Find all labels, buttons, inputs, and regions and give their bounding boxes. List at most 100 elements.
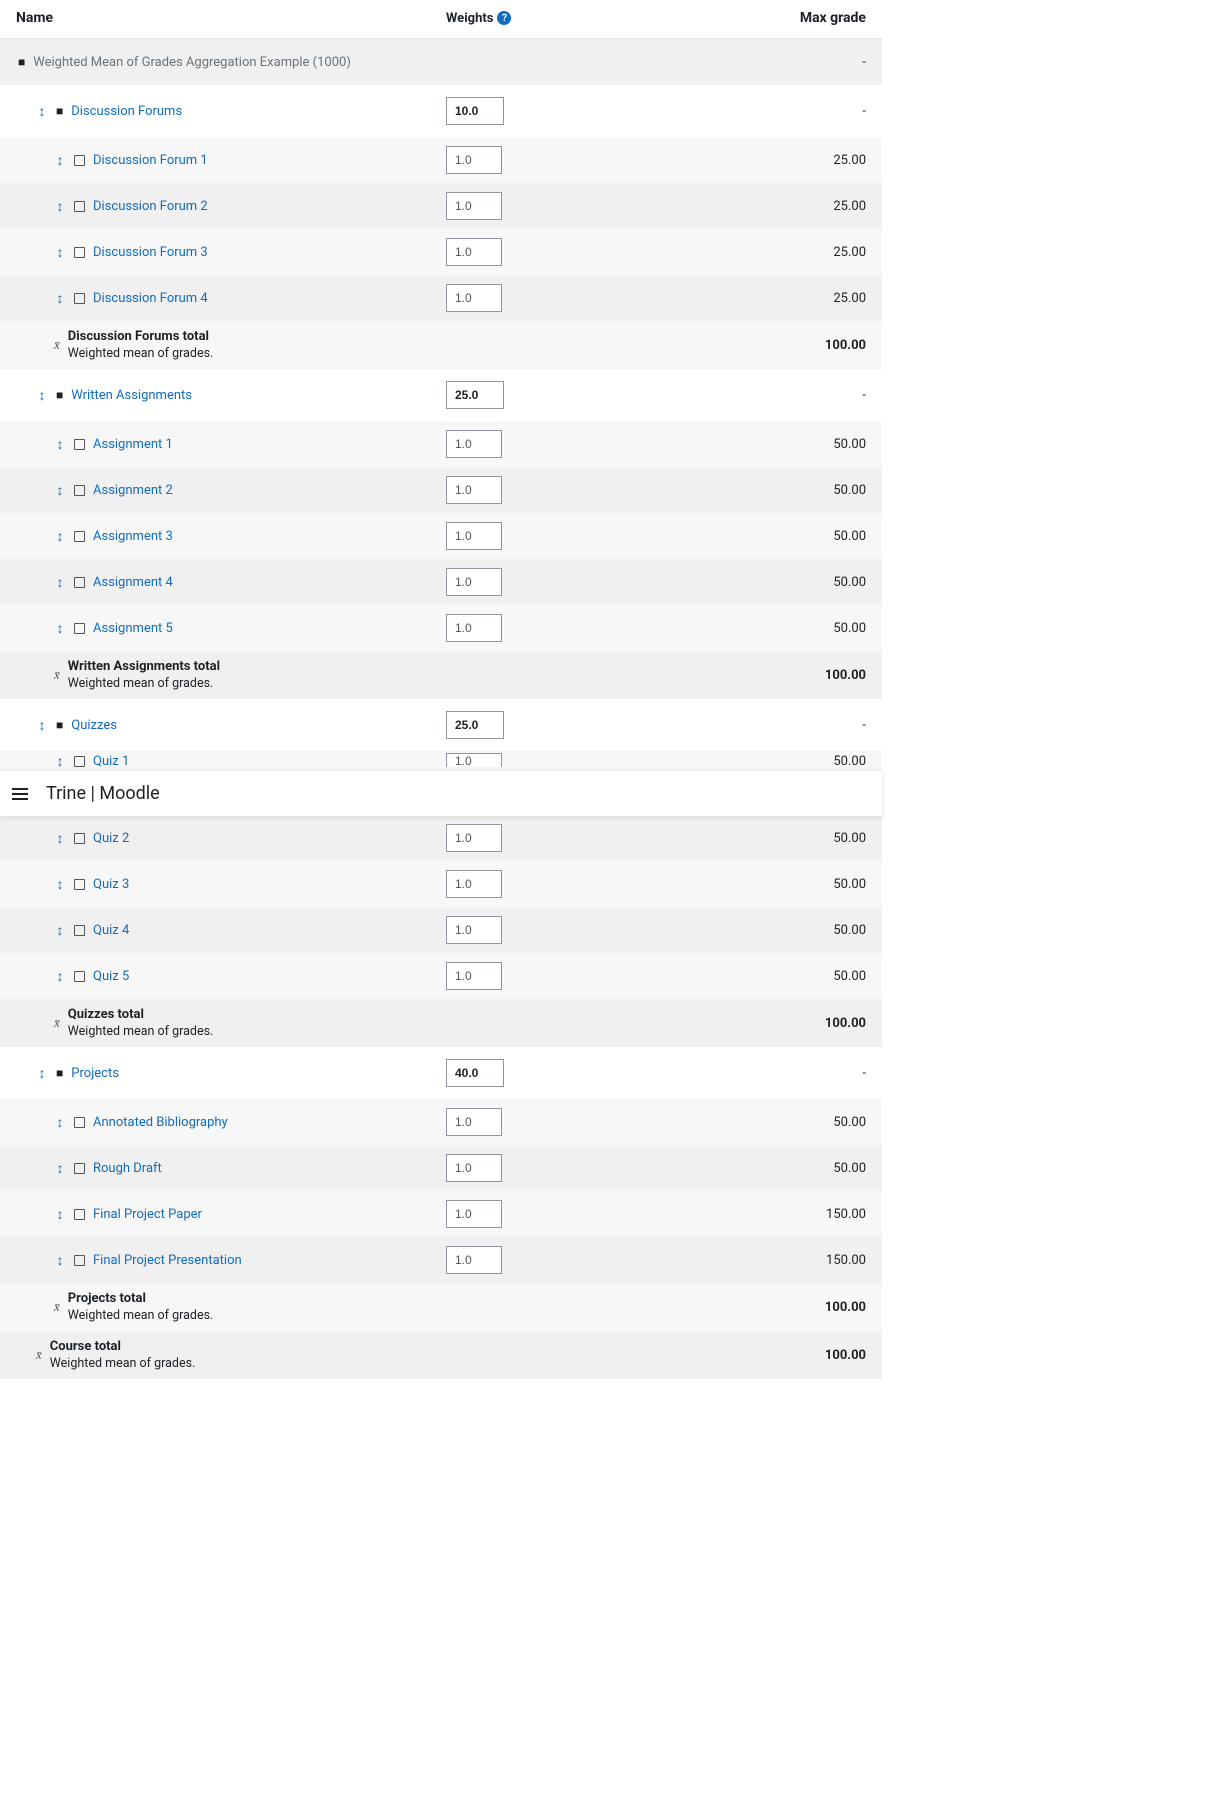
item-icon: [74, 971, 85, 982]
category-name[interactable]: Projects: [71, 1066, 119, 1081]
move-icon[interactable]: ↕: [54, 1206, 66, 1223]
move-icon[interactable]: ↕: [54, 198, 66, 215]
move-icon[interactable]: ↕: [54, 830, 66, 847]
move-icon[interactable]: ↕: [54, 290, 66, 307]
move-icon[interactable]: ↕: [54, 574, 66, 591]
item-weight-input[interactable]: [446, 238, 502, 266]
category-total-max: 100.00: [666, 338, 866, 353]
move-icon[interactable]: ↕: [54, 753, 66, 770]
item-name[interactable]: Quiz 3: [93, 877, 129, 892]
item-name[interactable]: Assignment 3: [93, 529, 173, 544]
item-weight-input[interactable]: [446, 146, 502, 174]
top-category-name[interactable]: Weighted Mean of Grades Aggregation Exam…: [33, 55, 351, 70]
move-icon[interactable]: ↕: [54, 1252, 66, 1269]
item-weight-input[interactable]: [446, 430, 502, 458]
move-icon[interactable]: ↕: [54, 482, 66, 499]
category-weight-input[interactable]: [446, 97, 504, 125]
item-weight-input[interactable]: [446, 870, 502, 898]
folder-icon: ■: [56, 104, 63, 118]
move-icon[interactable]: ↕: [54, 436, 66, 453]
category-total-sub: Weighted mean of grades.: [68, 346, 214, 361]
help-icon[interactable]: ?: [497, 11, 511, 25]
item-weight-input[interactable]: [446, 1154, 502, 1182]
category-total-row: Projects total Weighted mean of grades. …: [0, 1283, 882, 1331]
item-name[interactable]: Final Project Paper: [93, 1207, 202, 1222]
category-weight-input[interactable]: [446, 711, 504, 739]
item-row: ↕Discussion Forum 2 25.00: [0, 183, 882, 229]
category-row: ↕ ■ Projects -: [0, 1047, 882, 1099]
category-name[interactable]: Quizzes: [71, 718, 117, 733]
item-max: 50.00: [666, 529, 866, 544]
item-name[interactable]: Quiz 5: [93, 969, 129, 984]
item-name[interactable]: Rough Draft: [93, 1161, 162, 1176]
item-weight-input[interactable]: [446, 962, 502, 990]
item-icon: [74, 756, 85, 767]
item-weight-input[interactable]: [446, 568, 502, 596]
table-header: Name Weights ? Max grade: [0, 0, 882, 39]
move-icon[interactable]: ↕: [36, 717, 48, 734]
item-name[interactable]: Assignment 4: [93, 575, 173, 590]
item-icon: [74, 833, 85, 844]
item-name[interactable]: Assignment 5: [93, 621, 173, 636]
item-weight-input[interactable]: [446, 522, 502, 550]
item-icon: [74, 531, 85, 542]
hamburger-icon[interactable]: [8, 784, 32, 804]
item-name[interactable]: Quiz 2: [93, 831, 129, 846]
item-weight-input[interactable]: [446, 1246, 502, 1274]
item-row: ↕Quiz 3 50.00: [0, 861, 882, 907]
category-weight-input[interactable]: [446, 381, 504, 409]
item-name[interactable]: Final Project Presentation: [93, 1253, 242, 1268]
move-icon[interactable]: ↕: [54, 528, 66, 545]
move-icon[interactable]: ↕: [54, 876, 66, 893]
move-icon[interactable]: ↕: [36, 387, 48, 404]
folder-icon: ■: [56, 388, 63, 402]
item-weight-input[interactable]: [446, 476, 502, 504]
item-row: ↕Discussion Forum 3 25.00: [0, 229, 882, 275]
item-max: 50.00: [666, 754, 866, 769]
item-weight-input[interactable]: [446, 1108, 502, 1136]
item-weight-input[interactable]: [446, 192, 502, 220]
item-name[interactable]: Quiz 4: [93, 923, 129, 938]
move-icon[interactable]: ↕: [54, 968, 66, 985]
item-max: 25.00: [666, 153, 866, 168]
item-weight-input[interactable]: [446, 1200, 502, 1228]
item-row: ↕Assignment 5 50.00: [0, 605, 882, 651]
item-name[interactable]: Discussion Forum 2: [93, 199, 208, 214]
item-weight-input[interactable]: [446, 916, 502, 944]
item-name[interactable]: Assignment 1: [93, 437, 173, 452]
item-weight-input[interactable]: [446, 824, 502, 852]
course-total-title: Course total: [50, 1339, 196, 1354]
move-icon[interactable]: ↕: [54, 1114, 66, 1131]
move-icon[interactable]: ↕: [54, 1160, 66, 1177]
category-name[interactable]: Discussion Forums: [71, 104, 182, 119]
item-name[interactable]: Discussion Forum 1: [93, 153, 208, 168]
item-max: 50.00: [666, 969, 866, 984]
item-icon: [74, 1255, 85, 1266]
move-icon[interactable]: ↕: [54, 620, 66, 637]
move-icon[interactable]: ↕: [54, 152, 66, 169]
move-icon[interactable]: ↕: [36, 103, 48, 120]
category-max: -: [666, 388, 866, 403]
move-icon[interactable]: ↕: [54, 244, 66, 261]
item-name[interactable]: Discussion Forum 4: [93, 291, 208, 306]
category-weight-input[interactable]: [446, 1059, 504, 1087]
item-name[interactable]: Annotated Bibliography: [93, 1115, 228, 1130]
move-icon[interactable]: ↕: [36, 1065, 48, 1082]
item-name[interactable]: Assignment 2: [93, 483, 173, 498]
item-max: 50.00: [666, 923, 866, 938]
header-max: Max grade: [666, 10, 866, 26]
item-weight-input[interactable]: [446, 614, 502, 642]
move-icon[interactable]: ↕: [54, 922, 66, 939]
item-icon: [74, 293, 85, 304]
item-weight-input[interactable]: [446, 753, 502, 767]
item-max: 50.00: [666, 1115, 866, 1130]
item-icon: [74, 1117, 85, 1128]
category-max: -: [666, 1066, 866, 1081]
category-name[interactable]: Written Assignments: [71, 388, 192, 403]
item-max: 50.00: [666, 1161, 866, 1176]
item-name[interactable]: Discussion Forum 3: [93, 245, 208, 260]
item-weight-input[interactable]: [446, 284, 502, 312]
item-row: ↕ Discussion Forum 1 25.00: [0, 137, 882, 183]
item-row: ↕Final Project Presentation 150.00: [0, 1237, 882, 1283]
item-name[interactable]: Quiz 1: [93, 754, 129, 769]
